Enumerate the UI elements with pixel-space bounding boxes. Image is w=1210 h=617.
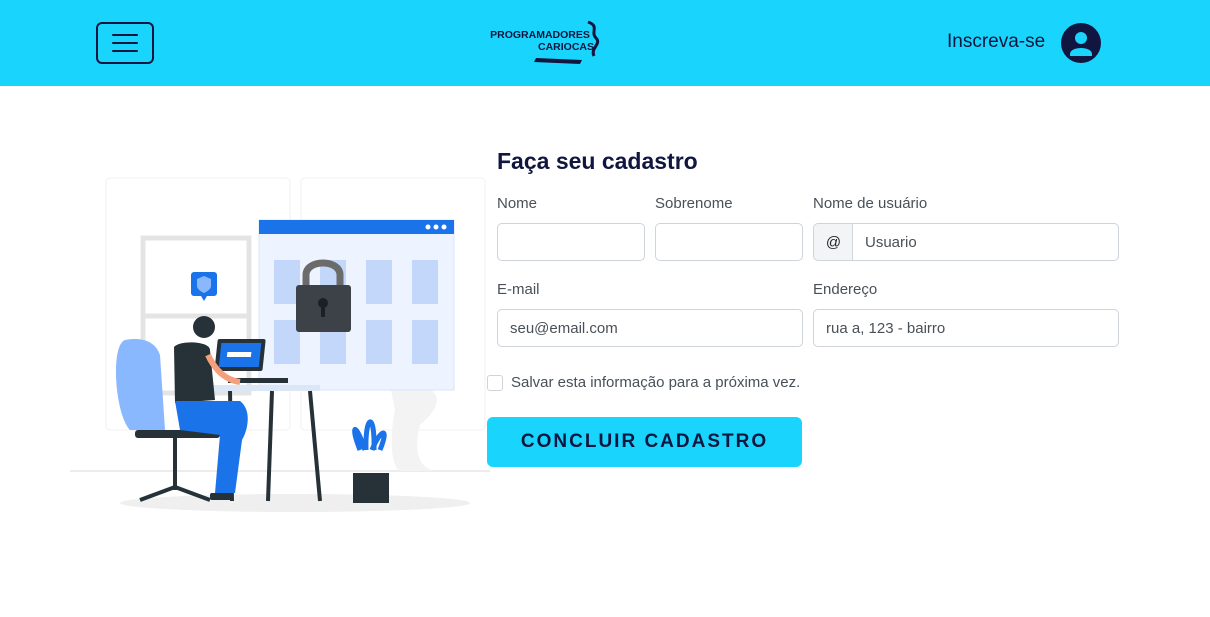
logo-text-line1: PROGRAMADORES xyxy=(490,29,590,41)
save-info-checkbox[interactable] xyxy=(487,375,503,391)
first-name-input[interactable] xyxy=(497,223,645,261)
user-icon xyxy=(1070,32,1092,56)
email-input[interactable] xyxy=(497,309,803,347)
address-label: Endereço xyxy=(813,281,878,298)
logo-text-line2: CARIOCAS xyxy=(538,41,594,53)
username-label: Nome de usuário xyxy=(813,195,928,212)
save-info-label[interactable]: Salvar esta informação para a próxima ve… xyxy=(511,374,800,391)
navbar: PROGRAMADORES CARIOCAS Inscreva-se xyxy=(0,0,1210,86)
user-avatar-button[interactable] xyxy=(1061,23,1101,63)
hamburger-icon-line xyxy=(112,50,138,52)
submit-button[interactable]: CONCLUIR CADASTRO xyxy=(487,417,802,467)
hamburger-icon-line xyxy=(112,42,138,44)
brand-logo[interactable]: PROGRAMADORES CARIOCAS xyxy=(482,18,602,68)
last-name-input[interactable] xyxy=(655,223,803,261)
email-label: E-mail xyxy=(497,281,540,298)
address-input[interactable] xyxy=(813,309,1119,347)
first-name-label: Nome xyxy=(497,195,538,212)
at-prefix: @ xyxy=(813,223,853,261)
form-title: Faça seu cadastro xyxy=(497,148,698,174)
hamburger-icon-line xyxy=(112,34,138,36)
security-login-illustration xyxy=(70,175,490,520)
menu-toggle-button[interactable] xyxy=(96,22,154,64)
signup-link[interactable]: Inscreva-se xyxy=(947,31,1045,53)
username-input[interactable] xyxy=(852,223,1119,261)
brand-logo-icon: PROGRAMADORES CARIOCAS xyxy=(490,20,600,64)
last-name-label: Sobrenome xyxy=(655,195,733,212)
